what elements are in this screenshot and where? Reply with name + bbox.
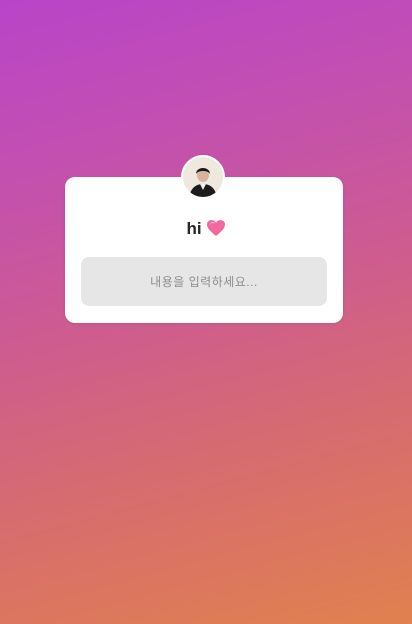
profile-photo-icon [183,157,223,197]
answer-input[interactable]: 내용을 입력하세요... [81,257,327,306]
question-prompt-text: hi [186,219,202,238]
question-prompt: hi [0,218,412,243]
pink-heart-icon [206,219,226,243]
answer-placeholder: 내용을 입력하세요... [150,275,258,289]
avatar [181,155,225,199]
